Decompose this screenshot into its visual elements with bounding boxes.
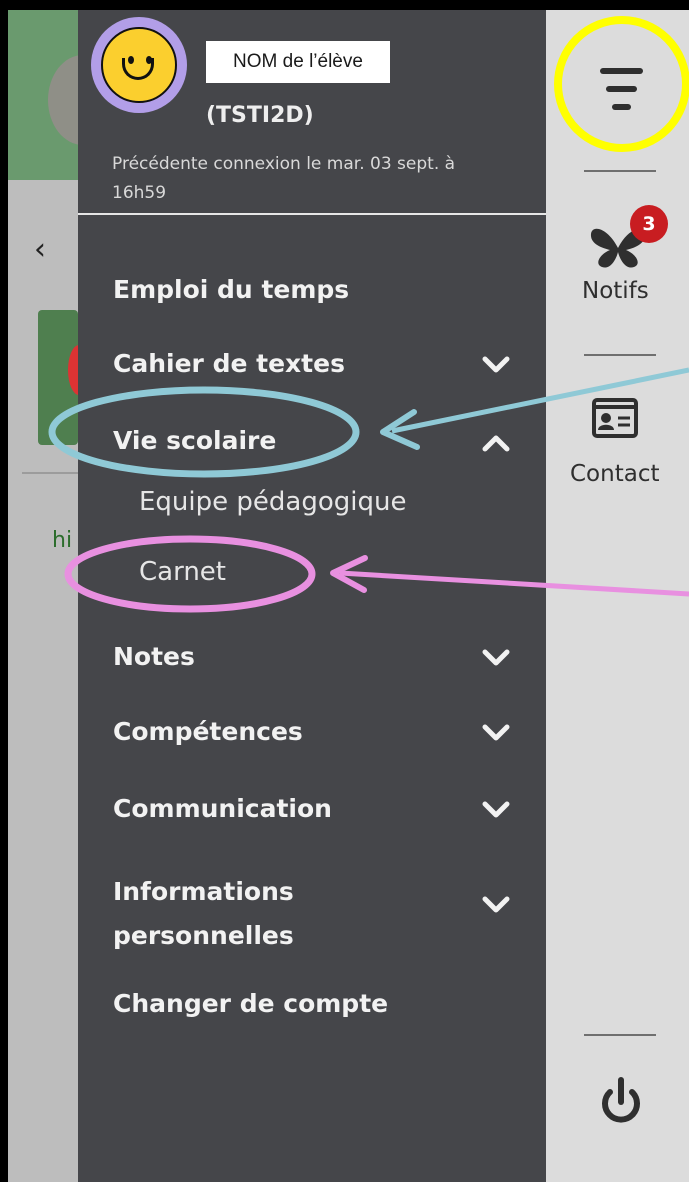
rail-divider: [584, 170, 656, 172]
menu-item-vie-scolaire[interactable]: Vie scolaire: [113, 426, 276, 455]
contact-label: Contact: [570, 461, 660, 487]
chevron-down-icon[interactable]: [482, 647, 510, 669]
menu-item-communication[interactable]: Communication: [113, 794, 332, 823]
left-border: [0, 0, 8, 1182]
submenu-item-equipe-pedagogique[interactable]: Equipe pédagogique: [139, 487, 406, 517]
right-rail: [546, 10, 689, 1182]
chevron-down-icon[interactable]: [482, 354, 510, 376]
last-connection-text: Précédente connexion le mar. 03 sept. à …: [112, 154, 456, 203]
student-name-label: NOM de l’élève: [206, 41, 390, 83]
rail-divider: [584, 354, 656, 356]
back-chevron-icon: ‹: [34, 232, 46, 267]
menu-toggle-button[interactable]: [592, 60, 652, 120]
menu-item-changer-de-compte[interactable]: Changer de compte: [113, 989, 388, 1018]
rail-divider: [584, 1034, 656, 1036]
chevron-down-icon[interactable]: [482, 894, 510, 916]
student-class: (TSTI2D): [206, 103, 314, 128]
hamburger-menu-icon: [600, 68, 643, 110]
menu-item-competences[interactable]: Compétences: [113, 717, 303, 746]
chevron-down-icon[interactable]: [482, 722, 510, 744]
chevron-down-icon[interactable]: [482, 799, 510, 821]
background-divider: [22, 472, 78, 474]
menu-item-notes[interactable]: Notes: [113, 642, 195, 671]
background-app: ‹ hi: [8, 10, 78, 1182]
top-border: [0, 0, 689, 10]
contact-card-icon: [592, 398, 638, 438]
background-text-fragment: hi: [52, 528, 73, 553]
power-icon: [602, 1077, 640, 1123]
logout-button[interactable]: [596, 1070, 646, 1130]
header-divider: [78, 213, 546, 215]
menu-item-informations-personnelles[interactable]: Informations personnelles: [113, 870, 373, 958]
menu-item-cahier-de-textes[interactable]: Cahier de textes: [113, 349, 345, 378]
menu-item-emploi-du-temps[interactable]: Emploi du temps: [113, 275, 349, 304]
notification-count-badge: 3: [630, 205, 668, 243]
submenu-item-carnet[interactable]: Carnet: [139, 557, 226, 587]
app-screen: ‹ hi NOM de l’élève (TSTI2D) Précédente …: [0, 0, 689, 1182]
notifs-label: Notifs: [582, 278, 649, 304]
chevron-up-icon[interactable]: [482, 432, 510, 454]
